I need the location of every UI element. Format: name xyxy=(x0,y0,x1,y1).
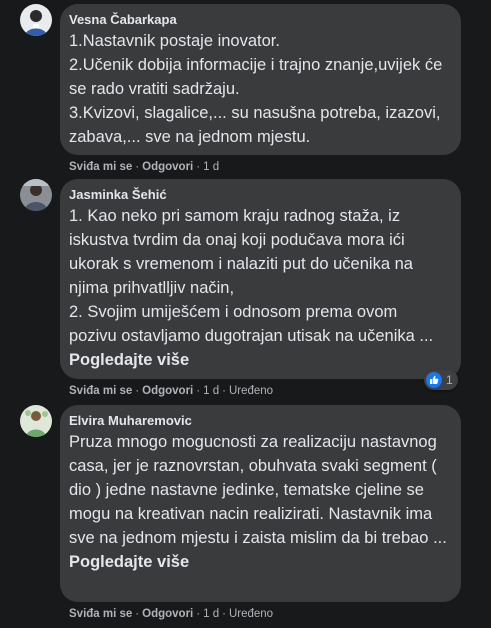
comment-bubble: Vesna Čabarkapa 1.Nastavnik postaje inov… xyxy=(60,4,461,155)
reply-button[interactable]: Odgovori xyxy=(142,608,193,620)
see-more-link[interactable]: Pogledajte više xyxy=(69,351,189,369)
avatar[interactable] xyxy=(20,4,52,36)
comments-section: Vesna Čabarkapa 1.Nastavnik postaje inov… xyxy=(0,0,491,628)
like-button[interactable]: Sviđa mi se xyxy=(69,608,132,620)
comment-text: 1. Kao neko pri samom kraju radnog staža… xyxy=(69,207,434,369)
comment-author[interactable]: Jasminka Šehić xyxy=(69,187,449,203)
comment-bubble: Jasminka Šehić 1. Kao neko pri samom kra… xyxy=(60,179,461,379)
timestamp[interactable]: 1 d xyxy=(203,608,219,620)
comment-text: Pruza mnogo mogucnosti za realizaciju na… xyxy=(69,433,447,571)
avatar[interactable] xyxy=(20,179,52,211)
comment-text: 1.Nastavnik postaje inovator. 2.Učenik d… xyxy=(69,32,443,146)
edited-label[interactable]: Uređeno xyxy=(229,608,273,620)
reaction-badge[interactable]: 1 xyxy=(424,370,458,390)
timestamp[interactable]: 1 d xyxy=(203,385,219,397)
reaction-count: 1 xyxy=(446,373,453,387)
thumbs-up-icon xyxy=(426,372,442,388)
comment-actions: Sviđa mi se · Odgovori · 1 d · Uređeno xyxy=(69,608,274,620)
comment-actions: Sviđa mi se · Odgovori · 1 d · Uređeno xyxy=(69,385,274,397)
edited-label[interactable]: Uređeno xyxy=(229,385,273,397)
comment-author[interactable]: Vesna Čabarkapa xyxy=(69,12,449,28)
like-button[interactable]: Sviđa mi se xyxy=(69,385,132,397)
see-more-link[interactable]: Pogledajte više xyxy=(69,553,189,571)
reply-button[interactable]: Odgovori xyxy=(142,385,193,397)
comment-bubble: Elvira Muharemovic Pruza mnogo mogucnost… xyxy=(60,405,461,602)
like-button[interactable]: Sviđa mi se xyxy=(69,161,132,173)
timestamp[interactable]: 1 d xyxy=(203,161,219,173)
avatar[interactable] xyxy=(20,405,52,437)
comment-author[interactable]: Elvira Muharemovic xyxy=(69,413,449,429)
comment-actions: Sviđa mi se · Odgovori · 1 d xyxy=(69,161,220,173)
reply-button[interactable]: Odgovori xyxy=(142,161,193,173)
